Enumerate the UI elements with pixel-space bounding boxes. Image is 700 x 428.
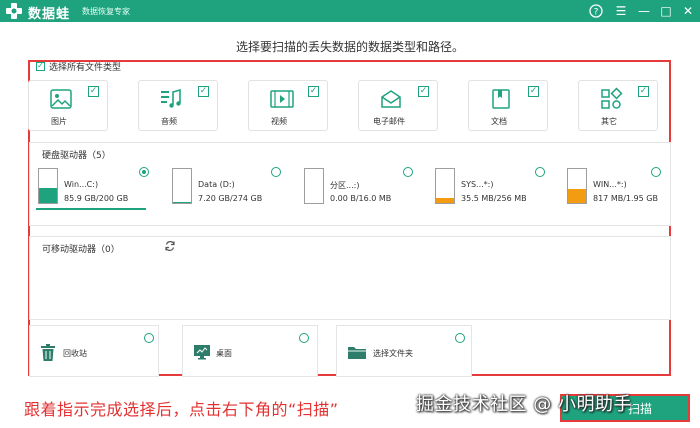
frog-logo-icon <box>6 3 22 19</box>
select-all-checkbox[interactable]: ✓ 选择所有文件类型 <box>36 60 122 73</box>
email-icon <box>381 90 401 108</box>
checkbox-checked-icon: ✓ <box>198 86 209 97</box>
file-type-label: 图片 <box>51 117 67 126</box>
drive-item[interactable]: WIN...*:) 817 MB/1.95 GB <box>565 165 685 211</box>
selected-drive-underline <box>36 208 146 210</box>
checkbox-checked-icon: ✓ <box>88 86 99 97</box>
desktop-icon <box>194 345 210 360</box>
drive-radio[interactable] <box>403 167 413 177</box>
app-logo <box>5 2 23 20</box>
drive-name: Data (D:) <box>198 180 235 189</box>
menu-button[interactable]: ☰ <box>613 3 629 19</box>
help-button[interactable]: ? <box>588 3 604 19</box>
minimize-icon: — <box>638 4 650 18</box>
menu-icon: ☰ <box>615 4 627 18</box>
hard-drive-icon <box>304 168 324 204</box>
location-label: 回收站 <box>63 349 87 358</box>
location-label: 桌面 <box>216 349 232 358</box>
document-icon <box>492 89 510 109</box>
drive-size: 0.00 B/16.0 MB <box>330 194 392 203</box>
svg-text:?: ? <box>594 8 599 18</box>
maximize-button[interactable]: □ <box>658 3 674 19</box>
drive-size: 817 MB/1.95 GB <box>593 194 658 203</box>
checkbox-checked-icon: ✓ <box>528 86 539 97</box>
video-icon <box>270 90 294 108</box>
app-subtitle: 数据恢复专家 <box>82 7 130 16</box>
close-icon: ✕ <box>682 4 694 18</box>
drive-usage-fill <box>436 198 454 203</box>
drive-radio[interactable] <box>535 167 545 177</box>
location-desktop[interactable]: 桌面 <box>182 325 318 377</box>
checkbox-checked-icon: ✓ <box>638 86 649 97</box>
location-label: 选择文件夹 <box>373 349 413 358</box>
drive-name: Win...C:) <box>64 180 99 189</box>
drive-name: SYS...*:) <box>461 180 494 189</box>
image-icon <box>50 89 72 109</box>
hard-drive-icon <box>172 168 192 204</box>
app-name: 数据蛙 <box>28 7 71 22</box>
drive-size: 85.9 GB/200 GB <box>64 194 129 203</box>
hard-drive-icon <box>567 168 587 204</box>
drive-item[interactable]: Win...C:) 85.9 GB/200 GB <box>36 165 156 211</box>
drive-radio-selected[interactable] <box>139 167 149 177</box>
hard-drive-icon <box>435 168 455 204</box>
watermark: 掘金技术社区 @ 小明助手 <box>416 394 632 415</box>
removable-panel: 可移动驱动器（0） <box>29 236 671 320</box>
drive-usage-fill <box>39 188 57 203</box>
drive-name: WIN...*:) <box>593 180 627 189</box>
file-type-label: 音频 <box>161 117 177 126</box>
folder-icon <box>348 347 366 359</box>
minimize-button[interactable]: — <box>636 3 652 19</box>
checkbox-checked-icon: ✓ <box>36 61 45 71</box>
instruction-text: 选择要扫描的丢失数据的数据类型和路径。 <box>235 40 464 54</box>
drive-usage-fill <box>173 201 191 203</box>
music-icon <box>161 88 181 108</box>
location-select-folder[interactable]: 选择文件夹 <box>336 325 472 377</box>
app-window: 数据蛙 数据恢复专家 ? ☰ — □ ✕ 选择要扫描的丢失数据的数据类型和路径。… <box>0 0 700 428</box>
file-type-video[interactable]: ✓ 视频 <box>248 80 328 131</box>
file-type-other[interactable]: ✓ 其它 <box>578 80 658 131</box>
file-type-audio[interactable]: ✓ 音频 <box>138 80 218 131</box>
select-all-label: 选择所有文件类型 <box>49 62 122 73</box>
instruction-caption: 跟着指示完成选择后，点击右下角的“扫描” <box>24 400 339 419</box>
title-bar: 数据蛙 数据恢复专家 ? ☰ — □ ✕ <box>0 0 700 22</box>
drive-size: 35.5 MB/256 MB <box>461 194 527 203</box>
hard-drive-icon <box>38 168 58 204</box>
drive-radio[interactable] <box>651 167 661 177</box>
file-type-email[interactable]: ✓ 电子邮件 <box>358 80 438 131</box>
file-type-label: 文档 <box>491 117 507 126</box>
maximize-icon: □ <box>660 4 672 18</box>
drive-usage-fill <box>568 188 586 203</box>
file-type-label: 其它 <box>601 117 617 126</box>
other-icon <box>601 87 623 109</box>
close-button[interactable]: ✕ <box>680 3 696 19</box>
file-type-document[interactable]: ✓ 文档 <box>468 80 548 131</box>
help-icon: ? <box>589 4 603 18</box>
drive-radio[interactable] <box>271 167 281 177</box>
location-radio[interactable] <box>144 333 154 343</box>
removable-section-title: 可移动驱动器（0） <box>42 245 120 255</box>
refresh-icon[interactable] <box>164 240 176 252</box>
recycle-bin-icon <box>41 344 55 361</box>
drive-name: 分区...:) <box>330 181 360 190</box>
location-recycle-bin[interactable]: 回收站 <box>29 325 159 377</box>
location-radio[interactable] <box>455 333 465 343</box>
location-radio[interactable] <box>299 333 309 343</box>
hdd-section-title: 硬盘驱动器（5） <box>42 151 111 161</box>
checkbox-checked-icon: ✓ <box>308 86 319 97</box>
drive-size: 7.20 GB/274 GB <box>198 194 263 203</box>
file-type-label: 电子邮件 <box>373 117 405 126</box>
file-type-image[interactable]: ✓ 图片 <box>28 80 108 131</box>
file-type-label: 视频 <box>271 117 287 126</box>
checkbox-checked-icon: ✓ <box>418 86 429 97</box>
